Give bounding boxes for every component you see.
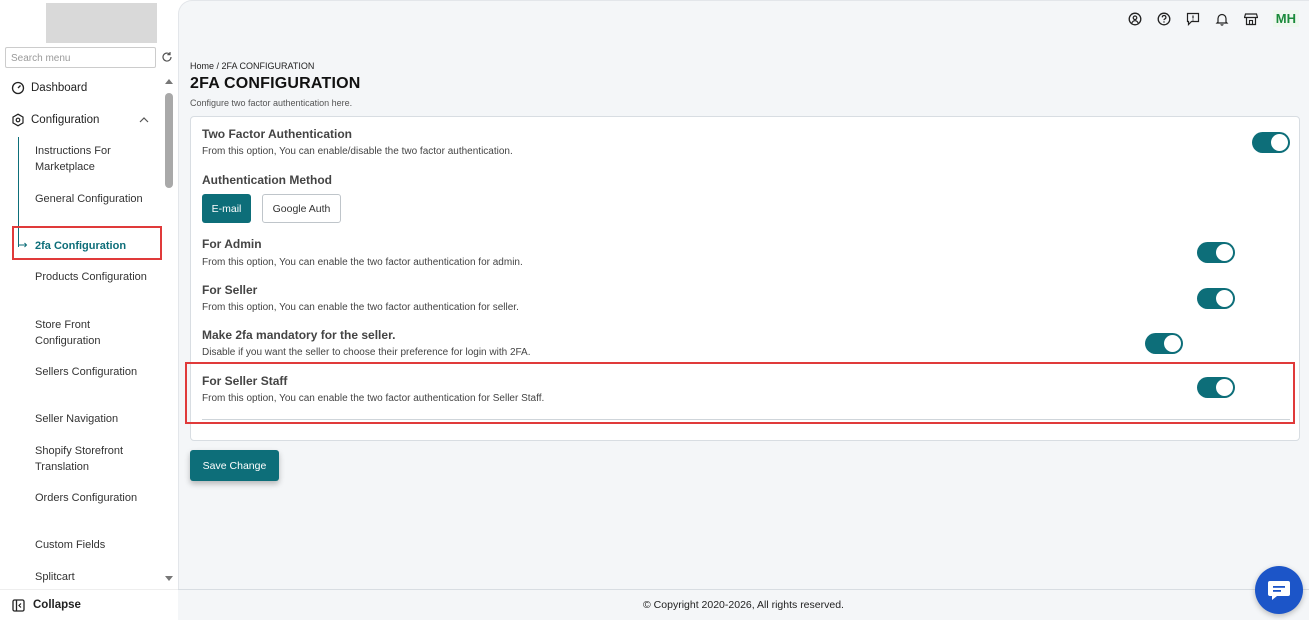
page-title: 2FA CONFIGURATION [190,75,361,92]
for-admin-desc: From this option, You can enable the two… [202,257,523,268]
mandatory-toggle[interactable] [1145,333,1183,354]
main-content: MH Home / 2FA CONFIGURATION 2FA CONFIGUR… [178,0,1309,589]
for-seller-title: For Seller [202,283,258,297]
sidebar-item-general-configuration[interactable]: General Configuration [35,192,150,208]
sidebar-item-splitcart[interactable]: Splitcart [35,570,150,586]
sidebar-item-orders-configuration[interactable]: Orders Configuration [35,491,150,507]
collapse-button[interactable]: Collapse [0,589,178,620]
mandatory-desc: Disable if you want the seller to choose… [202,347,531,358]
sidebar-item-label: Configuration [31,114,100,126]
search-menu-input[interactable] [6,49,155,68]
feedback-icon[interactable] [1186,12,1200,26]
chat-icon [1268,581,1290,600]
logo [46,3,157,43]
sidebar-item-products-configuration[interactable]: Products Configuration [35,270,150,286]
store-icon[interactable] [1243,12,1258,26]
toggle-knob [1271,134,1288,151]
toggle-knob [1216,290,1233,307]
breadcrumb: Home / 2FA CONFIGURATION [190,61,315,71]
mandatory-title: Make 2fa mandatory for the seller. [202,328,396,342]
toggle-knob [1216,244,1233,261]
collapse-label: Collapse [33,599,81,611]
sidebar: Dashboard Configuration Instructions For… [0,0,178,620]
user-circle-icon[interactable] [1128,12,1142,26]
sidebar-item-configuration[interactable]: Configuration [0,113,162,127]
bell-icon[interactable] [1215,12,1229,26]
sidebar-item-shopify-storefront-translation[interactable]: Shopify Storefront Translation [35,444,150,475]
scroll-down-arrow-icon[interactable] [164,575,174,583]
refresh-icon[interactable] [161,51,173,63]
chevron-up-icon[interactable] [139,116,149,124]
chat-button[interactable] [1255,566,1303,614]
help-icon[interactable] [1157,12,1171,26]
page-subtitle: Configure two factor authentication here… [190,98,353,108]
for-admin-title: For Admin [202,237,262,251]
for-seller-toggle[interactable] [1197,288,1235,309]
sidebar-item-label: Dashboard [31,82,88,94]
dashboard-icon [11,81,25,95]
save-change-button[interactable]: Save Change [190,450,279,481]
sidebar-item-sellers-configuration[interactable]: Sellers Configuration [35,365,150,381]
highlight-box-seller-staff [185,362,1295,424]
highlight-box-sidebar [12,226,162,260]
header-icons: MH [1128,10,1299,27]
auth-method-title: Authentication Method [202,173,332,187]
email-method-button[interactable]: E-mail [202,194,251,223]
avatar[interactable]: MH [1272,10,1299,27]
scroll-up-arrow-icon[interactable] [164,77,174,85]
sidebar-item-store-front-configuration[interactable]: Store Front Configuration [35,318,150,349]
two-factor-desc: From this option, You can enable/disable… [202,146,513,157]
sidebar-item-seller-navigation[interactable]: Seller Navigation [35,412,150,428]
sidebar-scrollbar[interactable] [163,75,177,585]
sidebar-item-instructions[interactable]: Instructions For Marketplace [35,144,150,175]
toggle-knob [1164,335,1181,352]
google-auth-method-button[interactable]: Google Auth [262,194,341,223]
search-menu-box [5,47,156,68]
collapse-icon [12,598,25,612]
gear-icon [12,113,24,127]
for-seller-desc: From this option, You can enable the two… [202,302,519,313]
footer: © Copyright 2020-2026, All rights reserv… [178,589,1309,620]
for-admin-toggle[interactable] [1197,242,1235,263]
sidebar-menu: Dashboard Configuration Instructions For… [0,74,162,586]
sidebar-item-custom-fields[interactable]: Custom Fields [35,538,150,554]
two-factor-toggle[interactable] [1252,132,1290,153]
scroll-thumb[interactable] [165,93,173,188]
sidebar-item-dashboard[interactable]: Dashboard [0,81,162,95]
copyright-text: © Copyright 2020-2026, All rights reserv… [643,599,844,611]
two-factor-title: Two Factor Authentication [202,127,352,141]
